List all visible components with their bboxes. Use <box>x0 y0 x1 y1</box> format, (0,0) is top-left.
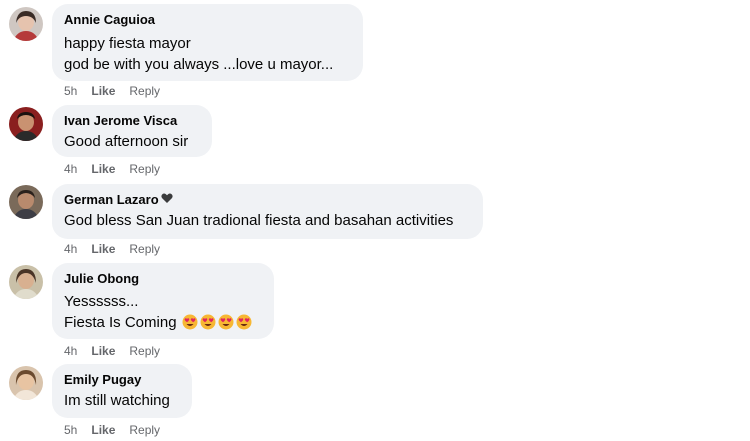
avatar[interactable] <box>9 366 43 400</box>
comment-thread: Annie Caguioa happy fiesta mayor god be … <box>0 0 750 441</box>
heart-eyes-emoji <box>218 314 234 330</box>
comment-timestamp[interactable]: 4h <box>64 242 77 256</box>
avatar[interactable] <box>9 185 43 219</box>
reply-button[interactable]: Reply <box>129 84 160 98</box>
comment-bubble: Julie Obong Yessssss... Fiesta Is Coming <box>52 263 274 339</box>
comment-timestamp[interactable]: 5h <box>64 84 77 98</box>
like-button[interactable]: Like <box>91 162 115 176</box>
comment-text-line: God bless San Juan tradional fiesta and … <box>64 212 454 229</box>
heart-eyes-emoji <box>200 314 216 330</box>
like-button[interactable]: Like <box>91 242 115 256</box>
reply-button[interactable]: Reply <box>129 242 160 256</box>
comment-timestamp[interactable]: 5h <box>64 423 77 437</box>
reply-button[interactable]: Reply <box>129 423 160 437</box>
comment-actions: 5h Like Reply <box>64 423 174 437</box>
like-button[interactable]: Like <box>91 423 115 437</box>
comment-text-line: god be with you always ...love u mayor..… <box>64 56 334 73</box>
comment-actions: 4h Like Reply <box>64 162 174 176</box>
avatar[interactable] <box>9 107 43 141</box>
heart-eyes-emoji <box>236 314 252 330</box>
reply-button[interactable]: Reply <box>129 162 160 176</box>
comment-text-line: happy fiesta mayor <box>64 35 191 52</box>
comment-timestamp[interactable]: 4h <box>64 162 77 176</box>
avatar[interactable] <box>9 265 43 299</box>
comment-text-line: Good afternoon sir <box>64 133 189 150</box>
comment-actions: 4h Like Reply <box>64 242 174 256</box>
comment-author[interactable]: Julie Obong <box>64 270 261 287</box>
comment-author-name[interactable]: German Lazaro <box>64 192 159 207</box>
comment-author[interactable]: Emily Pugay <box>64 371 179 388</box>
avatar[interactable] <box>9 7 43 41</box>
emoji-group <box>180 314 252 331</box>
comment-timestamp[interactable]: 4h <box>64 344 77 358</box>
comment-author[interactable]: Annie Caguioa <box>64 11 350 28</box>
comment-text-line-with-emoji: Fiesta Is Coming <box>64 312 261 333</box>
comment-actions: 4h Like Reply <box>64 344 174 358</box>
comment-bubble: Emily Pugay Im still watching <box>52 364 192 418</box>
comment-text-line: Im still watching <box>64 392 170 409</box>
comment-bubble: Ivan Jerome Visca Good afternoon sir <box>52 105 212 157</box>
comment-bubble: Annie Caguioa happy fiesta mayor god be … <box>52 4 363 81</box>
comment-actions: 5h Like Reply <box>64 84 174 98</box>
comment-text-line: Fiesta Is Coming <box>64 314 177 331</box>
reply-button[interactable]: Reply <box>129 344 160 358</box>
heart-badge-icon <box>161 193 173 203</box>
comment-author[interactable]: Ivan Jerome Visca <box>64 112 199 129</box>
like-button[interactable]: Like <box>91 344 115 358</box>
like-button[interactable]: Like <box>91 84 115 98</box>
comment-text-line: Yessssss... <box>64 293 139 310</box>
comment-bubble: German Lazaro God bless San Juan tradion… <box>52 184 483 239</box>
heart-eyes-emoji <box>182 314 198 330</box>
comment-author[interactable]: German Lazaro <box>64 191 470 208</box>
